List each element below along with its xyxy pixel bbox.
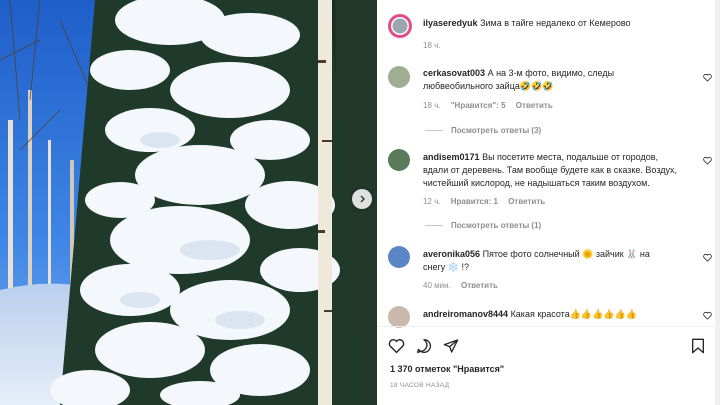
comment-heart-icon[interactable] [703,73,712,82]
comment-time: 18 ч. [423,101,441,110]
post-time: 18 ч. [423,41,441,50]
scrollbar-track[interactable] [715,0,720,405]
comment-icon[interactable] [416,338,432,354]
comment-3: averonika056 Пятое фото солнечный 🌞 зайч… [423,248,693,291]
action-bar [388,336,708,356]
avatar-image [391,17,409,35]
caption-text: Зима в тайге недалеко от Кемерово [480,18,631,28]
comment-likes[interactable]: "Нравится": 5 [451,101,506,110]
comment-time: 12 ч. [423,197,441,206]
comment-time: 40 мин. [423,281,451,290]
comment-4: andreiromanov8444 Какая красота👍👍👍👍👍👍 [423,308,693,321]
like-heart-icon[interactable] [388,338,405,354]
view-replies-button[interactable]: Посмотреть ответы (3) [425,126,541,135]
comment-2: andisem0171 Вы посетите места, подальше … [423,151,693,207]
comment-text: Вы посетите места, подальше от городов, [482,152,658,162]
comment-username[interactable]: andisem0171 [423,152,480,162]
likes-count[interactable]: 1 370 отметок "Нравится" [390,364,504,374]
reply-link[interactable]: Ответить [516,101,553,110]
bookmark-icon[interactable] [691,338,705,354]
post-caption: ilyaseredyuk Зима в тайге недалеко от Ке… [423,17,703,30]
reply-link[interactable]: Ответить [508,197,545,206]
chevron-right-icon [360,195,365,203]
comment-avatar[interactable] [388,246,410,268]
comment-avatar[interactable] [388,306,410,328]
reply-link[interactable]: Ответить [461,281,498,290]
comment-username[interactable]: andreiromanov8444 [423,309,508,319]
comment-text: любвеобильного зайца🤣🤣🤣 [423,81,554,91]
comment-likes[interactable]: Нравится: 1 [451,197,498,206]
author-username[interactable]: ilyaseredyuk [423,18,478,28]
comment-text: вдали от деревень. Там вообще будете как… [423,165,678,175]
next-photo-button[interactable] [352,189,372,209]
view-replies-button[interactable]: Посмотреть ответы (1) [425,221,541,230]
replies-dash [425,225,443,227]
view-replies-label[interactable]: Посмотреть ответы (3) [451,126,541,135]
comment-text: Пятое фото солнечный 🌞 зайчик 🐰 на [482,249,650,259]
comment-text: снегу ❄️ !? [423,262,469,272]
comment-text: чистейший кислород, не надышаться таким … [423,178,650,188]
comment-avatar[interactable] [388,66,410,88]
comment-heart-icon[interactable] [703,311,712,320]
view-replies-label[interactable]: Посмотреть ответы (1) [451,221,541,230]
share-icon[interactable] [443,338,459,354]
comment-text: А на 3-м фото, видимо, следы [487,68,615,78]
replies-dash [425,130,443,132]
comment-heart-icon[interactable] [703,156,712,165]
post-photo [0,0,377,405]
comment-1: cerkasovat003 А на 3-м фото, видимо, сле… [423,67,693,111]
comments-panel: ilyaseredyuk Зима в тайге недалеко от Ке… [377,0,720,405]
author-avatar[interactable] [388,14,412,38]
post-age: 18 ЧАСОВ НАЗАД [390,382,450,389]
comment-avatar[interactable] [388,149,410,171]
comment-text: Какая красота👍👍👍👍👍👍 [510,309,637,319]
comment-username[interactable]: averonika056 [423,249,480,259]
divider [377,326,720,327]
comment-username[interactable]: cerkasovat003 [423,68,485,78]
comment-heart-icon[interactable] [703,253,712,262]
winter-tree-image [0,0,377,405]
